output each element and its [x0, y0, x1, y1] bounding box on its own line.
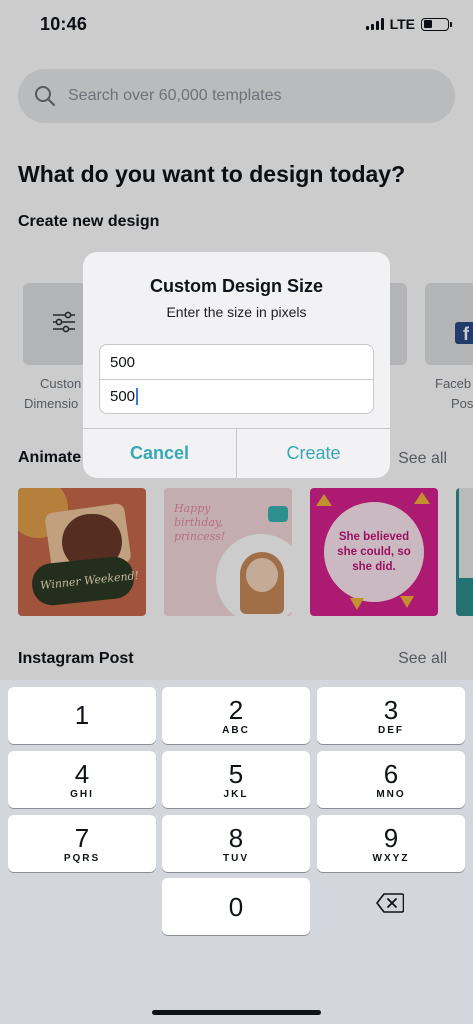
key-letters: ABC: [222, 724, 250, 736]
key-letters: GHI: [70, 788, 94, 800]
dialog-fields: 500 500: [99, 344, 374, 414]
key-digit: 9: [383, 822, 399, 853]
key-digit: 1: [74, 700, 90, 730]
key-digit: 7: [74, 822, 90, 853]
key-3[interactable]: 3 DEF: [317, 687, 465, 744]
key-letters: PQRS: [63, 852, 101, 864]
height-field[interactable]: 500: [100, 379, 373, 413]
dialog-actions: Cancel Create: [83, 428, 390, 478]
key-letters: JKL: [223, 788, 249, 800]
key-digit: 5: [228, 758, 244, 789]
backspace-icon: [376, 893, 405, 918]
key-6[interactable]: 6 MNO: [317, 751, 465, 808]
key-letters: DEF: [378, 724, 404, 736]
create-button[interactable]: Create: [237, 429, 390, 478]
key-4[interactable]: 4 GHI: [8, 751, 156, 808]
key-5[interactable]: 5 JKL: [162, 751, 310, 808]
key-1[interactable]: 1: [8, 687, 156, 744]
key-2[interactable]: 2 ABC: [162, 687, 310, 744]
dialog-message: Enter the size in pixels: [166, 304, 307, 320]
dialog-title: Custom Design Size: [149, 276, 324, 296]
cancel-button[interactable]: Cancel: [83, 429, 237, 478]
key-letters: TUV: [223, 852, 249, 864]
key-digit: 6: [383, 758, 399, 789]
key-7[interactable]: 7 PQRS: [8, 815, 156, 872]
key-9[interactable]: 9 WXYZ: [317, 815, 465, 872]
text-caret: [136, 388, 139, 405]
key-digit: 8: [228, 822, 244, 853]
key-digit: 3: [383, 694, 399, 725]
width-value: 500: [110, 353, 136, 371]
key-digit: 4: [74, 758, 90, 789]
key-8[interactable]: 8 TUV: [162, 815, 310, 872]
custom-size-dialog: Custom Design Size Enter the size in pix…: [83, 252, 390, 478]
numeric-keypad: 1 2 ABC 3 DEF 4 GHI 5 JKL 6 MNO 7 PQRS 8…: [0, 680, 473, 1024]
key-letters: MNO: [376, 788, 406, 800]
key-0[interactable]: 0: [162, 878, 310, 935]
key-digit: 0: [228, 891, 244, 922]
home-indicator: [152, 1010, 321, 1015]
height-value: 500: [110, 388, 136, 405]
width-field[interactable]: 500: [100, 345, 373, 379]
key-letters: WXYZ: [372, 852, 410, 864]
key-digit: 2: [228, 694, 244, 725]
delete-key[interactable]: [316, 877, 464, 934]
